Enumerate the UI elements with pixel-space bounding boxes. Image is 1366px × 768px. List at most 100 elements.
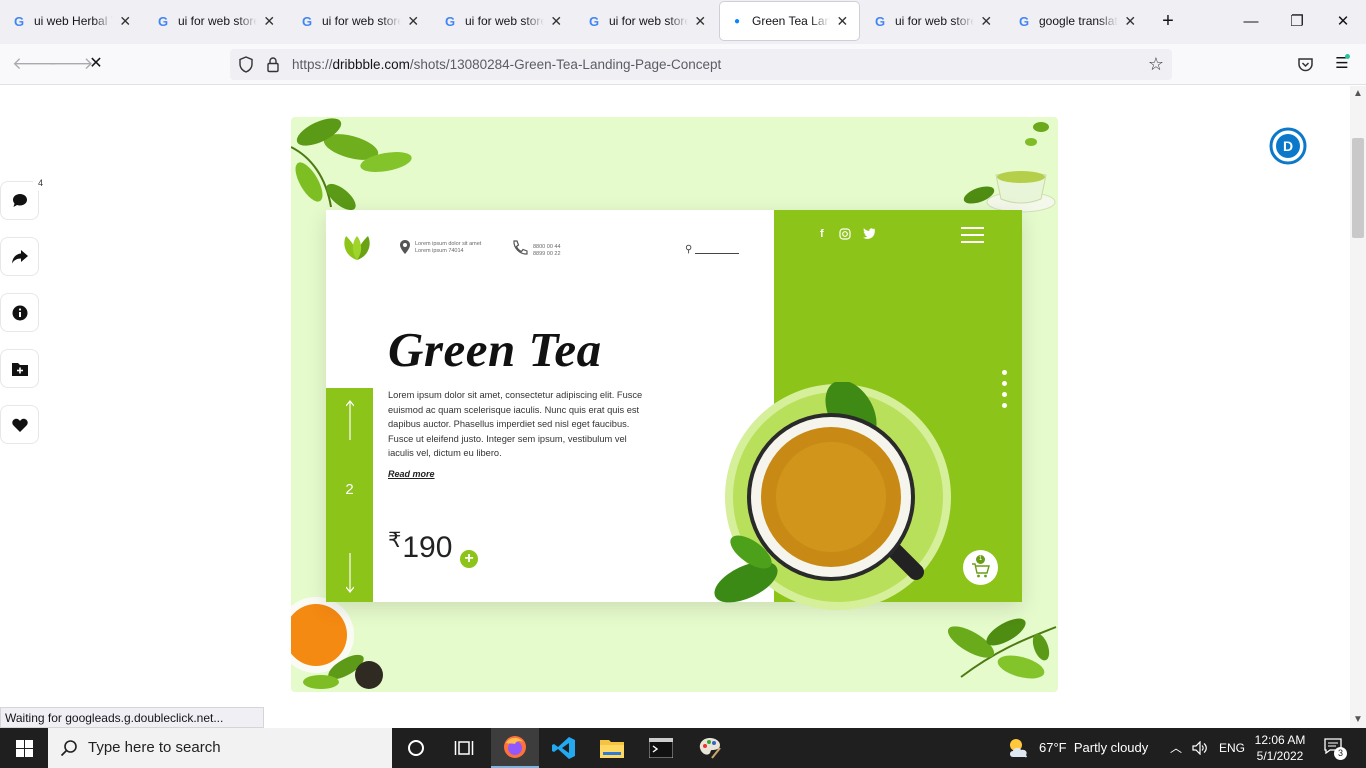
clock[interactable]: 12:06 AM 5/1/2022 [1250,732,1310,764]
paint-taskbar-button[interactable] [686,728,734,768]
landing-card: Lorem ipsum dolor sit amet Lorem ipsum 7… [326,210,1022,610]
instagram-icon[interactable] [839,228,851,240]
language-indicator[interactable]: ENG [1219,728,1245,768]
black-tea-decoration [291,597,383,689]
volume-icon[interactable] [1192,741,1208,755]
slide-dots[interactable] [1002,370,1007,414]
share-button[interactable] [0,237,39,276]
slide-control: 2 [326,388,373,602]
new-tab-button[interactable]: + [1157,10,1179,32]
vscode-taskbar-button[interactable] [540,728,588,768]
search-input[interactable] [695,253,739,254]
chevron-up-icon[interactable]: ︿ [1170,728,1182,768]
comments-button[interactable]: 4 [0,176,48,220]
firefox-taskbar-button[interactable] [491,728,539,768]
scrollbar-thumb[interactable] [1352,138,1364,238]
url-text[interactable]: https://dribbble.com/shots/13080284-Gree… [292,57,721,72]
folder-plus-icon [11,362,28,376]
tab-7[interactable]: G ui for web store ✕ [863,2,1003,40]
shot-image: Lorem ipsum dolor sit amet Lorem ipsum 7… [291,117,1058,692]
comment-count: 4 [33,176,48,191]
notification-count: 3 [1334,747,1347,760]
forward-button[interactable]: 🡒 [48,52,94,76]
tab-title: ui for web store [178,14,257,28]
close-window-button[interactable]: ✕ [1331,10,1355,34]
hero-description: Lorem ipsum dolor sit amet, consectetur … [388,390,643,458]
taskbar-search-box[interactable]: Type here to search [48,728,392,768]
google-icon: G [301,13,313,29]
page-scrollbar[interactable]: ▲ ▼ [1350,86,1366,728]
file-explorer-taskbar-button[interactable] [588,728,636,768]
close-tab-icon[interactable]: ✕ [836,13,849,30]
cart-button[interactable]: 1 [963,550,998,585]
terminal-taskbar-button[interactable] [637,728,685,768]
minimize-button[interactable]: — [1239,10,1263,34]
address-line-2: Lorem ipsum 74014 [415,248,464,254]
close-tab-icon[interactable]: ✕ [407,13,420,30]
info-button[interactable] [0,293,39,332]
close-tab-icon[interactable]: ✕ [694,13,707,30]
cortana-ring-icon [408,740,424,756]
close-tab-icon[interactable]: ✕ [263,13,276,30]
facebook-icon[interactable]: f [820,228,824,240]
firefox-icon [504,736,526,758]
read-more-link[interactable]: Read more [388,469,435,479]
designer-avatar[interactable]: D [1269,127,1307,170]
partly-cloudy-icon[interactable] [1006,737,1032,759]
like-button[interactable] [0,405,39,444]
stop-button[interactable]: ✕ [84,52,108,76]
clock-time: 12:06 AM [1254,733,1306,747]
address-bar[interactable]: https://dribbble.com/shots/13080284-Gree… [230,49,1172,80]
start-button[interactable] [0,728,48,768]
scroll-up-icon[interactable]: ▲ [1350,88,1366,99]
phone-line-2: 8899 00 22 [533,251,561,257]
heart-icon [11,418,28,432]
tab-active[interactable]: ● Green Tea Landi ✕ [720,2,859,40]
close-tab-icon[interactable]: ✕ [119,13,132,30]
restore-button[interactable]: ❐ [1285,10,1309,34]
app-menu-button[interactable]: ☰ [1330,52,1354,76]
task-view-button[interactable] [440,728,488,768]
address-text: Lorem ipsum dolor sit amet Lorem ipsum 7… [415,241,481,255]
tab-5[interactable]: G ui for web store ✕ [577,2,717,40]
close-tab-icon[interactable]: ✕ [980,13,993,30]
terminal-icon [649,738,673,758]
tab-8[interactable]: G google translate ✕ [1007,2,1147,40]
url-prefix: https:// [292,57,333,72]
close-tab-icon[interactable]: ✕ [1124,13,1137,30]
add-to-collection-button[interactable] [0,349,39,388]
temperature: 67°F [1039,740,1067,755]
tea-leaves-decoration [947,618,1057,679]
notification-center-button[interactable]: 3 [1324,738,1347,760]
search-icon[interactable]: ⚲ [685,244,692,255]
task-view-icon [454,741,474,755]
loading-dot-icon: ● [733,15,741,27]
arrow-up-icon[interactable] [346,400,354,440]
bookmark-star-icon[interactable]: ☆ [1148,54,1164,75]
tab-3[interactable]: G ui for web store ✕ [290,2,430,40]
back-button[interactable]: 🡐 [12,52,58,76]
close-tab-icon[interactable]: ✕ [550,13,563,30]
weather-widget[interactable]: 67°F Partly cloudy [1039,728,1148,768]
cortana-button[interactable] [392,728,440,768]
arrow-down-icon[interactable] [346,553,354,593]
add-button[interactable]: + [460,550,478,568]
location-pin-icon [400,240,410,254]
tab-1[interactable]: G ui web Herbal Te ✕ [2,2,142,40]
google-icon: G [588,13,600,29]
lock-icon[interactable] [265,56,281,73]
leaf-logo-icon[interactable] [340,234,374,262]
tab-4[interactable]: G ui for web store ✕ [433,2,573,40]
scroll-down-icon[interactable]: ▼ [1350,714,1366,725]
svg-text:D: D [1283,138,1293,154]
price-value: 190 [402,531,453,564]
tracking-shield-icon[interactable] [238,56,254,73]
search-icon [60,740,77,757]
tab-2[interactable]: G ui for web store ✕ [146,2,286,40]
hamburger-menu-icon[interactable] [961,227,984,248]
pocket-icon[interactable] [1297,56,1314,73]
twitter-icon[interactable] [863,228,875,239]
cart-icon [972,563,990,578]
cart-count-badge: 1 [976,555,985,564]
google-icon: G [444,13,456,29]
